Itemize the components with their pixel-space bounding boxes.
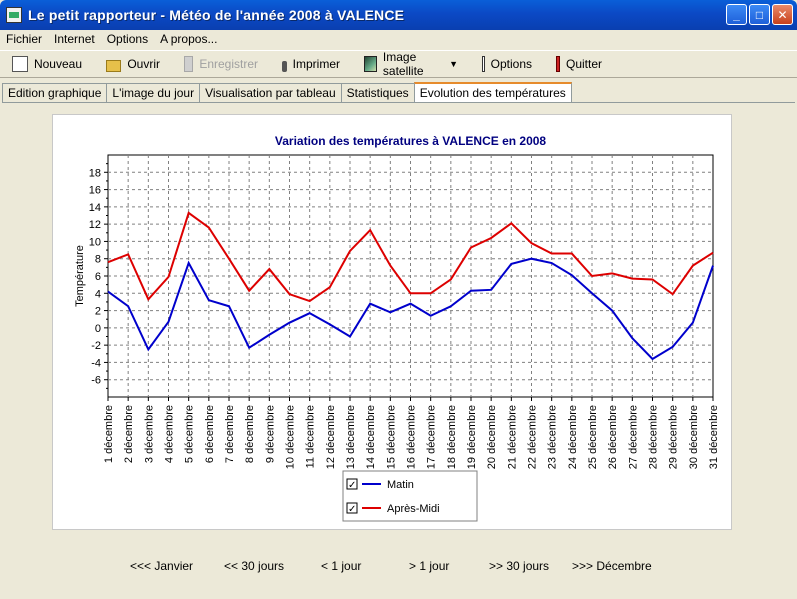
- options-button[interactable]: Options: [470, 52, 544, 76]
- check-icon: ✓: [348, 504, 356, 515]
- close-button[interactable]: ✕: [772, 4, 793, 25]
- x-tick-label: 7 décembre: [224, 405, 236, 463]
- chart-frame: Variation des températures à VALENCE en …: [52, 114, 732, 530]
- x-tick-label: 8 décembre: [244, 405, 256, 463]
- x-tick-label: 25 décembre: [587, 405, 599, 469]
- x-tick-label: 1 décembre: [103, 405, 115, 463]
- y-tick-label: -4: [91, 357, 101, 369]
- nav-forward-1-day[interactable]: > 1 jour: [409, 559, 449, 573]
- x-tick-label: 19 décembre: [466, 405, 478, 469]
- x-tick-label: 26 décembre: [607, 405, 619, 469]
- x-tick-label: 20 décembre: [486, 405, 498, 469]
- menu-bar: Fichier Internet Options A propos...: [0, 30, 797, 48]
- y-tick-label: 6: [95, 271, 101, 283]
- nav-first-month[interactable]: <<< Janvier: [130, 559, 193, 573]
- satellite-image-icon: [364, 56, 377, 72]
- x-tick-label: 4 décembre: [164, 405, 176, 463]
- x-tick-label: 10 décembre: [285, 405, 297, 469]
- save-label: Enregistrer: [199, 57, 258, 71]
- x-tick-label: 15 décembre: [385, 405, 397, 469]
- y-tick-label: 12: [89, 219, 101, 231]
- tab-statistiques[interactable]: Statistiques: [340, 83, 415, 102]
- new-document-icon: [12, 56, 28, 72]
- app-icon: [6, 7, 22, 23]
- nav-forward-30-days[interactable]: >> 30 jours: [489, 559, 549, 573]
- legend-label: Matin: [387, 479, 414, 491]
- x-tick-label: 13 décembre: [345, 405, 357, 469]
- maximize-button[interactable]: □: [749, 4, 770, 25]
- nav-last-month[interactable]: >>> Décembre: [572, 559, 652, 573]
- x-tick-label: 28 décembre: [648, 405, 660, 469]
- satellite-image-button[interactable]: Image satellite ▼: [352, 50, 470, 78]
- nav-back-1-day[interactable]: < 1 jour: [321, 559, 361, 573]
- menu-apropos[interactable]: A propos...: [154, 32, 223, 46]
- menu-internet[interactable]: Internet: [48, 32, 101, 46]
- y-tick-label: 0: [95, 323, 101, 335]
- tab-image-du-jour[interactable]: L'image du jour: [106, 83, 201, 102]
- exit-door-icon: [556, 56, 560, 72]
- y-tick-label: 14: [89, 202, 101, 214]
- tab-evolution-temperatures[interactable]: Evolution des températures: [413, 82, 572, 103]
- x-tick-label: 9 décembre: [264, 405, 276, 463]
- open-label: Ouvrir: [127, 57, 160, 71]
- x-tick-label: 29 décembre: [668, 405, 680, 469]
- window-title: Le petit rapporteur - Météo de l'année 2…: [28, 7, 405, 23]
- check-icon: ✓: [348, 480, 356, 491]
- options-icon: [482, 56, 485, 72]
- y-tick-label: 8: [95, 254, 101, 266]
- new-label: Nouveau: [33, 57, 82, 71]
- legend-label: Après-Midi: [387, 503, 440, 515]
- y-tick-label: 18: [89, 167, 101, 179]
- toolbar: Nouveau Ouvrir Enregistrer Imprimer Imag…: [0, 50, 797, 78]
- menu-options[interactable]: Options: [101, 32, 154, 46]
- x-tick-label: 22 décembre: [527, 405, 539, 469]
- y-tick-label: 2: [95, 306, 101, 318]
- x-tick-label: 17 décembre: [426, 405, 438, 469]
- x-tick-label: 21 décembre: [506, 405, 518, 469]
- print-label: Imprimer: [292, 57, 340, 71]
- x-tick-label: 14 décembre: [365, 405, 377, 469]
- x-tick-label: 31 décembre: [708, 405, 720, 469]
- save-button[interactable]: Enregistrer: [172, 52, 270, 76]
- y-tick-label: 10: [89, 236, 101, 248]
- folder-open-icon: [106, 60, 122, 72]
- chevron-down-icon[interactable]: ▼: [449, 59, 458, 69]
- options-label: Options: [490, 57, 532, 71]
- print-button[interactable]: Imprimer: [270, 52, 352, 76]
- open-button[interactable]: Ouvrir: [94, 52, 172, 76]
- x-tick-label: 3 décembre: [143, 405, 155, 463]
- y-tick-label: 4: [95, 288, 101, 300]
- chart-title: Variation des températures à VALENCE en …: [275, 134, 547, 148]
- printer-icon: [282, 60, 287, 72]
- x-tick-label: 23 décembre: [547, 405, 559, 469]
- tab-strip: Edition graphique L'image du jour Visual…: [2, 82, 572, 103]
- satellite-label: Image satellite: [382, 50, 424, 78]
- new-button[interactable]: Nouveau: [0, 52, 94, 76]
- nav-back-30-days[interactable]: << 30 jours: [224, 559, 284, 573]
- menu-fichier[interactable]: Fichier: [0, 32, 48, 46]
- temperature-chart: Variation des températures à VALENCE en …: [74, 134, 720, 522]
- quit-button[interactable]: Quitter: [544, 52, 614, 76]
- minimize-button[interactable]: _: [726, 4, 747, 25]
- x-tick-label: 18 décembre: [446, 405, 458, 469]
- title-bar: Le petit rapporteur - Météo de l'année 2…: [0, 0, 797, 30]
- y-axis-label: Température: [74, 245, 86, 307]
- tab-edition-graphique[interactable]: Edition graphique: [2, 83, 108, 102]
- tab-visualisation-tableau[interactable]: Visualisation par tableau: [199, 83, 342, 102]
- x-tick-label: 11 décembre: [305, 405, 317, 468]
- quit-label: Quitter: [565, 57, 602, 71]
- x-tick-label: 5 décembre: [184, 405, 196, 463]
- y-tick-label: 16: [89, 185, 101, 197]
- save-icon: [184, 56, 194, 72]
- x-tick-label: 27 décembre: [627, 405, 639, 469]
- x-tick-label: 16 décembre: [406, 405, 418, 469]
- x-tick-label: 12 décembre: [325, 405, 337, 469]
- x-tick-label: 24 décembre: [567, 405, 579, 469]
- x-tick-label: 2 décembre: [123, 405, 135, 463]
- x-tick-label: 6 décembre: [204, 405, 216, 463]
- y-tick-label: -6: [91, 375, 101, 387]
- y-tick-label: -2: [91, 340, 101, 352]
- x-tick-label: 30 décembre: [688, 405, 700, 469]
